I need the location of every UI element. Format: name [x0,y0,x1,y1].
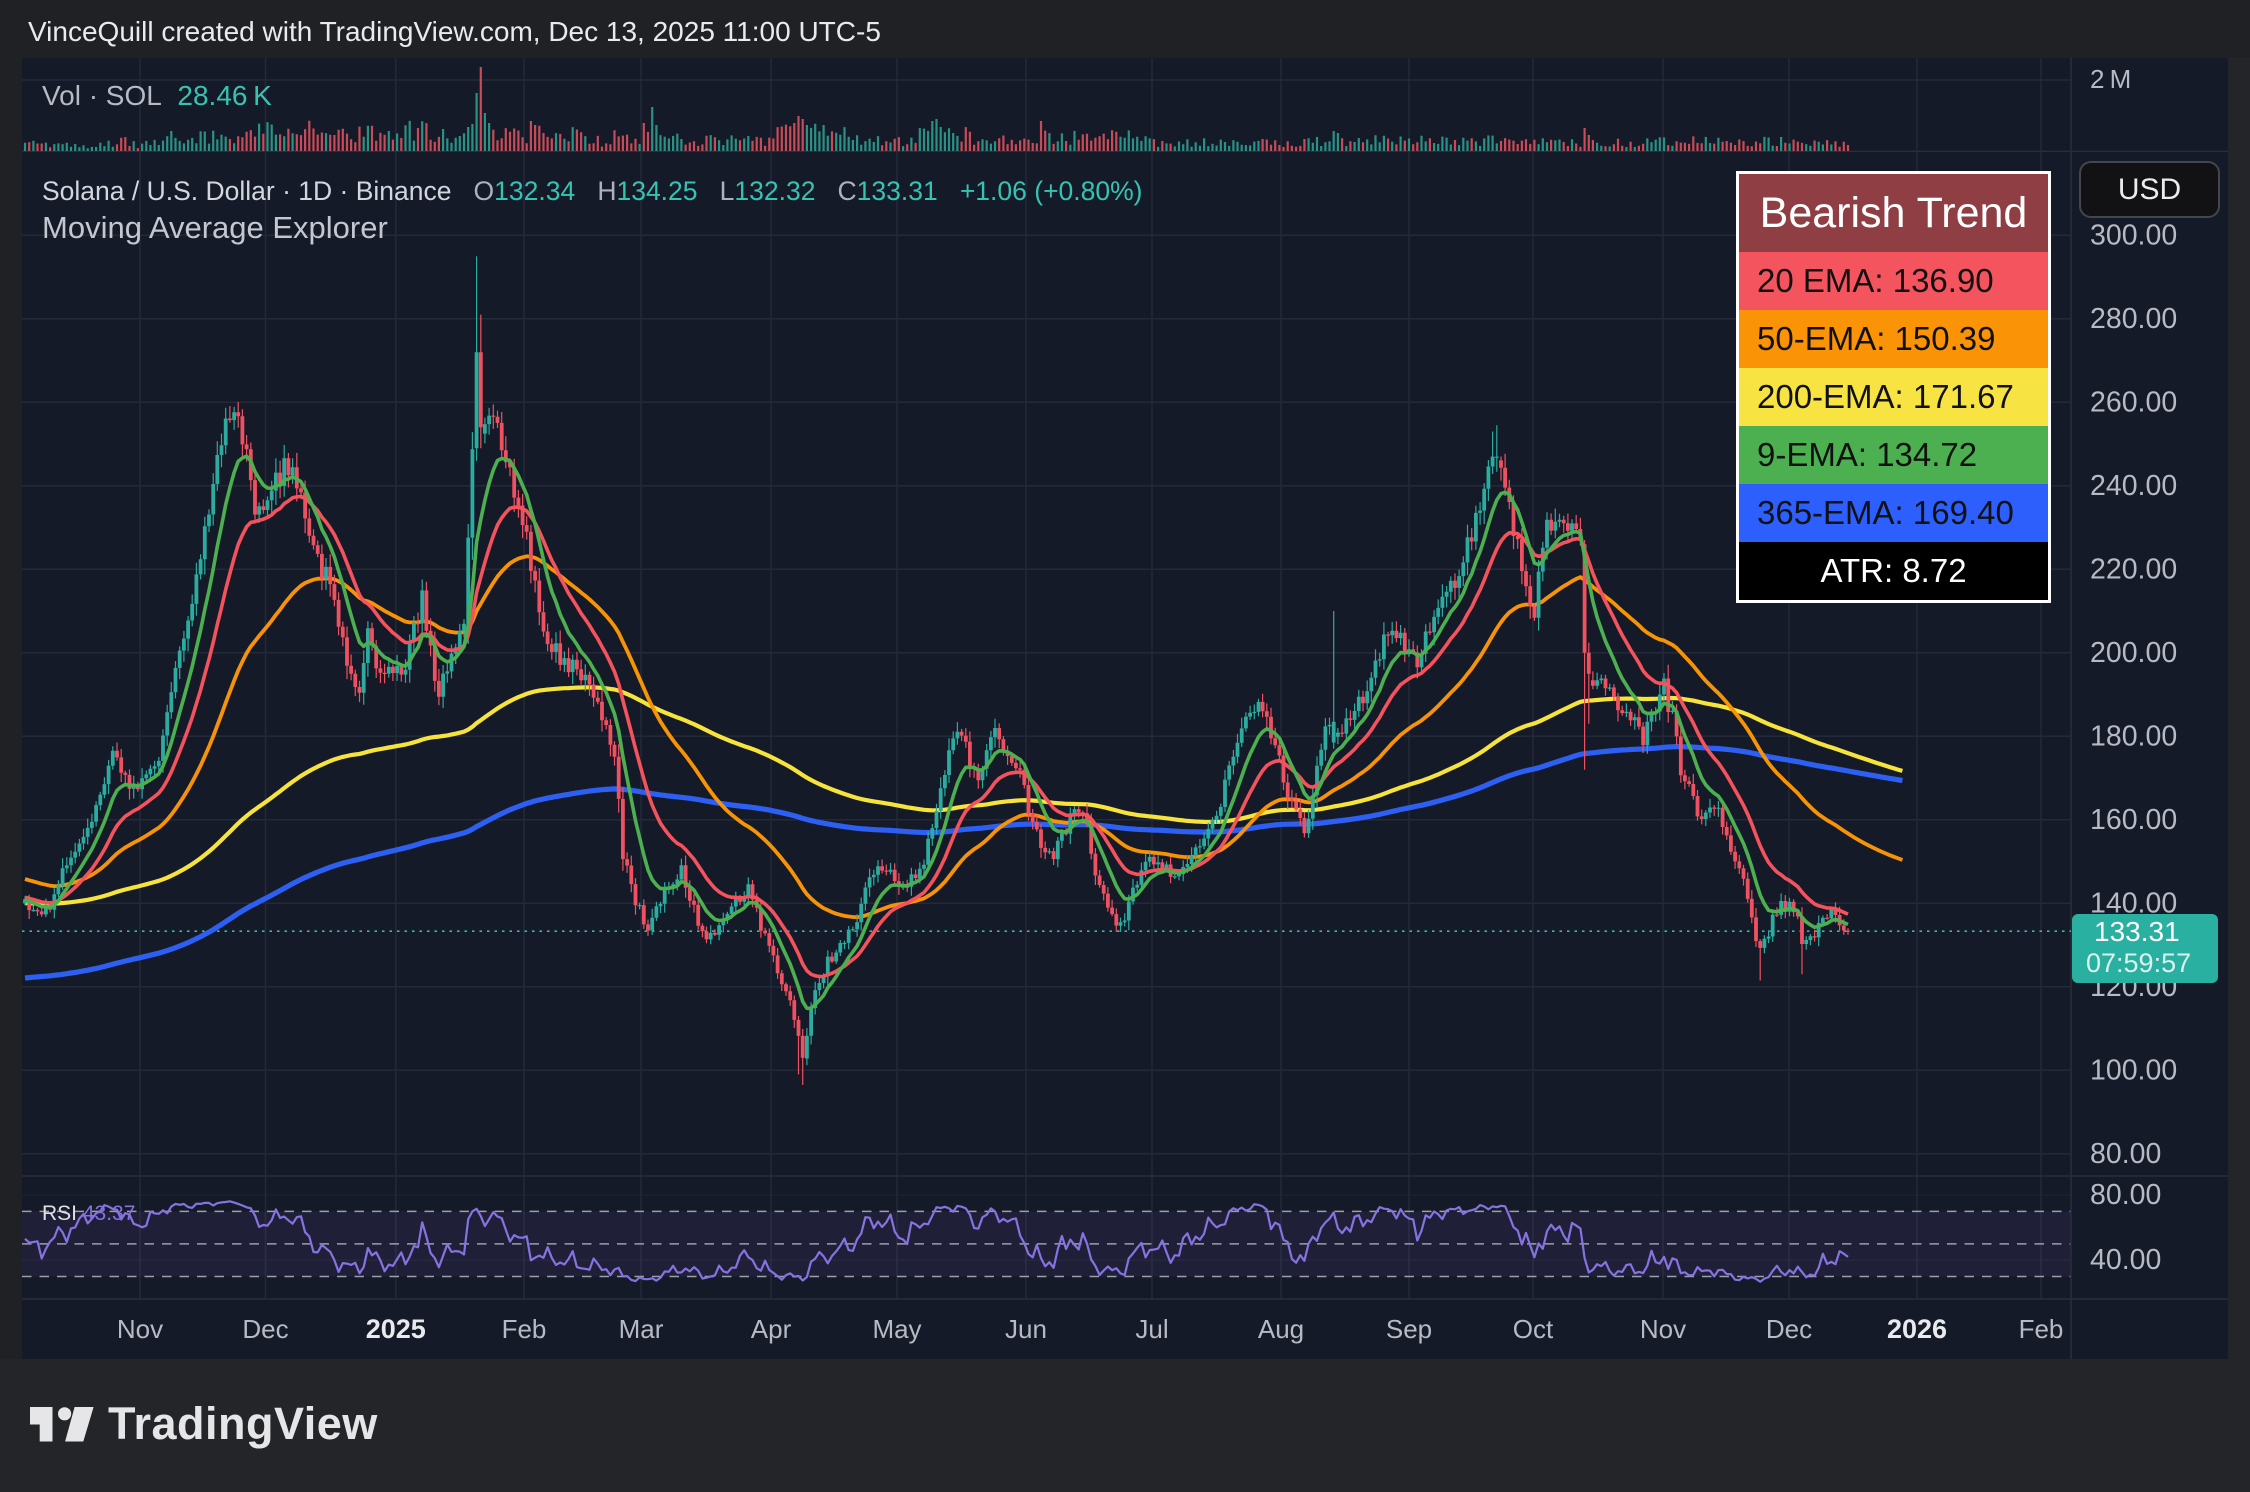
svg-text:Aug: Aug [1258,1314,1304,1344]
svg-text:80.00: 80.00 [2090,1179,2161,1211]
svg-text:240.00: 240.00 [2090,470,2177,502]
svg-text:Sep: Sep [1386,1314,1432,1344]
svg-text:Nov: Nov [117,1314,163,1344]
svg-text:Mar: Mar [619,1314,664,1344]
svg-text:220.00: 220.00 [2090,553,2177,585]
svg-text:100.00: 100.00 [2090,1054,2177,1086]
svg-text:Feb: Feb [2019,1314,2064,1344]
svg-text:260.00: 260.00 [2090,386,2177,418]
svg-text:180.00: 180.00 [2090,720,2177,752]
svg-text:Apr: Apr [751,1314,792,1344]
svg-text:Nov: Nov [1640,1314,1686,1344]
svg-text:2026: 2026 [1887,1314,1947,1344]
svg-text:40.00: 40.00 [2090,1244,2161,1276]
svg-text:Jun: Jun [1005,1314,1047,1344]
svg-text:May: May [872,1314,921,1344]
svg-text:80.00: 80.00 [2090,1138,2161,1170]
svg-text:Oct: Oct [1513,1314,1554,1344]
svg-text:2 M: 2 M [2090,64,2131,94]
svg-text:2025: 2025 [366,1314,426,1344]
svg-text:07:59:57: 07:59:57 [2086,948,2191,978]
svg-text:Jul: Jul [1135,1314,1168,1344]
svg-text:Dec: Dec [1766,1314,1812,1344]
svg-text:300.00: 300.00 [2090,219,2177,251]
svg-text:200.00: 200.00 [2090,637,2177,669]
svg-text:280.00: 280.00 [2090,303,2177,335]
svg-text:160.00: 160.00 [2090,804,2177,836]
svg-text:Dec: Dec [242,1314,288,1344]
svg-text:133.31: 133.31 [2094,916,2180,947]
svg-text:Feb: Feb [502,1314,547,1344]
